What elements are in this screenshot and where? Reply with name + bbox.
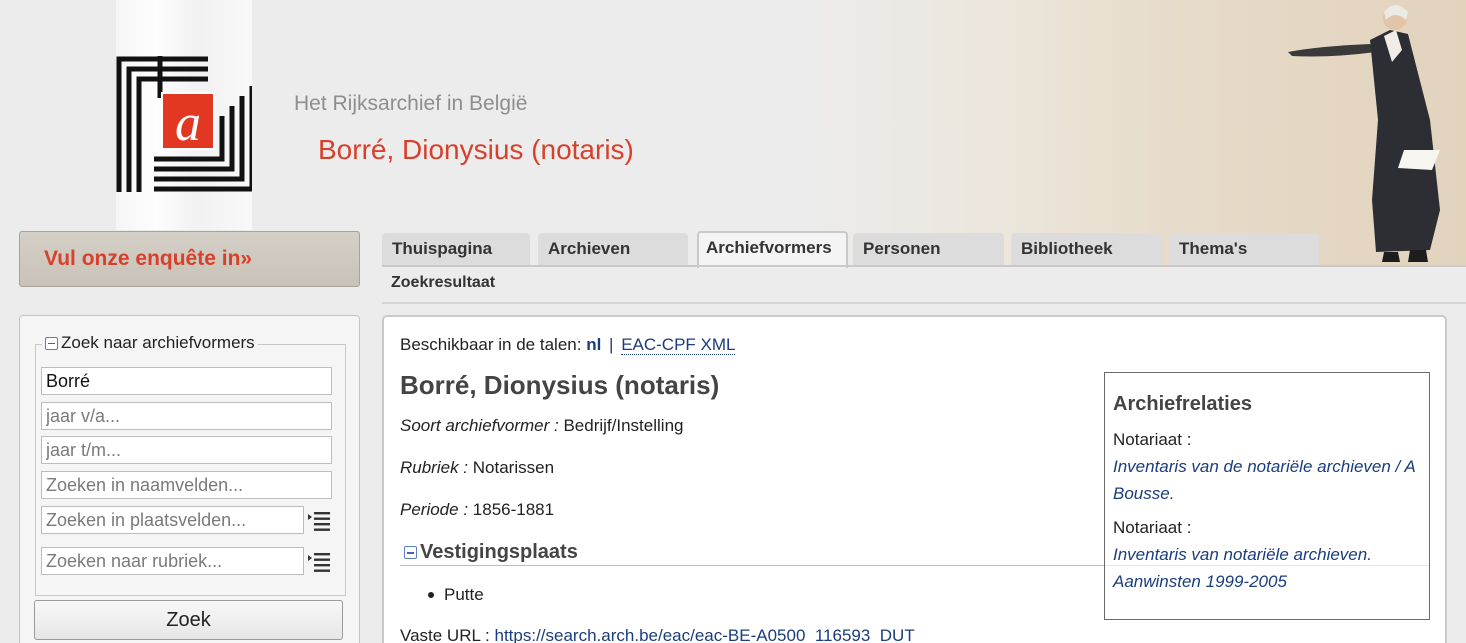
category-search-input[interactable] [41,547,304,575]
language-nl-link[interactable]: nl [586,335,601,354]
notary-figure-illustration-icon [1288,5,1440,262]
available-languages: Beschikbaar in de talen: nl | EAC-CPF XM… [400,335,736,355]
page-heading: Borré, Dionysius (notaris) [318,134,634,165]
record-period-label: Periode : [400,500,469,519]
record-category-value: Notarissen [472,458,555,477]
permanent-url-link[interactable]: https://search.arch.be/eac/eac-BE-A0500_… [495,626,915,643]
record-period: Periode : 1856-1881 [400,500,554,520]
place-fields-input[interactable] [41,506,304,534]
name-fields-input[interactable] [41,471,332,499]
record-period-value: 1856-1881 [472,500,555,519]
year-to-input[interactable] [41,436,332,464]
archive-relations-box: Archiefrelaties Notariaat : Inventaris v… [1104,372,1430,620]
place-list-picker-icon[interactable] [307,510,331,532]
record-category-label: Rubriek : [400,458,469,477]
tab-themas[interactable]: Thema's [1169,233,1319,267]
relation-type: Notariaat : [1113,518,1192,537]
relation-link[interactable]: Inventaris van de notariële archieven / … [1113,453,1425,507]
relations-title: Archiefrelaties [1113,393,1252,415]
search-button[interactable]: Zoek [34,600,343,640]
category-list-picker-icon[interactable] [307,551,331,573]
subtab-zoekresultaat[interactable]: Zoekresultaat [391,274,495,292]
tab-bibliotheek[interactable]: Bibliotheek [1011,233,1162,267]
name-search-input[interactable] [41,367,332,395]
survey-banner[interactable]: Vul onze enquête in» [19,231,360,287]
relation-type: Notariaat : [1113,430,1192,449]
record-type: Soort archiefvormer : Bedrijf/Instelling [400,416,683,436]
collapse-minus-icon[interactable] [45,336,58,350]
search-legend[interactable]: Zoek naar archiefvormers [42,333,258,353]
languages-label: Beschikbaar in de talen: [400,335,582,354]
record-title: Borré, Dionysius (notaris) [400,370,720,400]
permanent-url-label: Vaste URL : [400,626,490,643]
tab-thuispagina[interactable]: Thuispagina [382,233,530,267]
record-type-value: Bedrijf/Instelling [563,416,684,435]
subtab-divider [382,302,1466,304]
bullet-icon [428,592,434,598]
location-list-item: Putte [428,585,484,605]
permanent-url: Vaste URL : https://search.arch.be/eac/e… [400,626,915,643]
site-name: Het Rijksarchief in België [294,92,528,115]
location-heading-label: Vestigingsplaats [420,541,578,563]
record-content-panel: Beschikbaar in de talen: nl | EAC-CPF XM… [382,315,1447,643]
record-category: Rubriek : Notarissen [400,458,554,478]
collapse-minus-icon[interactable] [404,546,417,559]
record-type-label: Soort archiefvormer : [400,416,559,435]
tab-archiefvormers[interactable]: Archiefvormers [697,231,848,268]
search-legend-label: Zoek naar archiefvormers [61,333,255,352]
tab-archieven[interactable]: Archieven [538,233,688,267]
location-section-heading[interactable]: Vestigingsplaats [404,541,578,564]
language-separator: | [609,335,614,354]
search-panel: Zoek naar archiefvormers Zoek [19,315,360,643]
location-item-label: Putte [444,585,484,604]
tab-divider [382,265,1466,267]
site-header: a Het Rijksarchief in België Borré, Dion… [0,0,1466,266]
svg-text:a: a [175,95,201,152]
rijksarchief-logo-icon[interactable]: a [116,56,252,192]
tab-personen[interactable]: Personen [853,233,1004,267]
eac-cpf-xml-link[interactable]: EAC-CPF XML [621,335,736,355]
relation-link[interactable]: Inventaris van notariële archieven. Aanw… [1113,541,1425,595]
year-from-input[interactable] [41,402,332,430]
main-navigation-tabs: Thuispagina Archieven Archiefvormers Per… [382,231,1466,268]
